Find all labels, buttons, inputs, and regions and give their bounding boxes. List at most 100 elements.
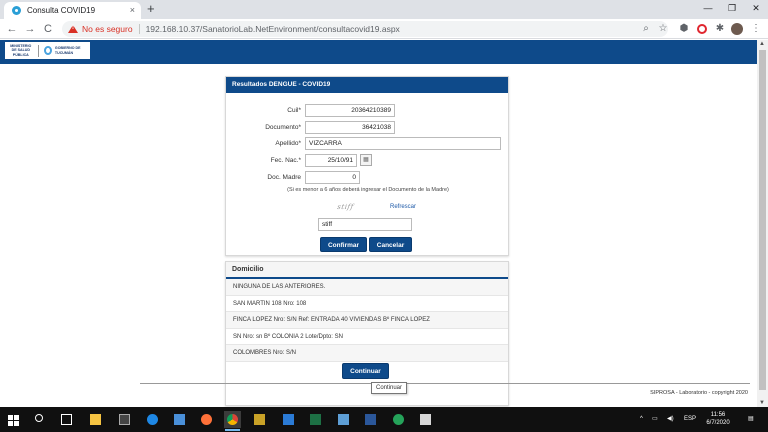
extensions-puzzle-icon[interactable]: ✱	[714, 23, 726, 35]
apellido-row: Apellido*	[226, 137, 510, 151]
calculator-icon	[119, 414, 130, 425]
extension-shield-icon[interactable]: ⬢	[678, 23, 690, 35]
word-icon	[365, 414, 376, 425]
network-icon[interactable]: ▭	[652, 407, 658, 432]
minimize-button[interactable]: —	[696, 0, 720, 19]
photos-taskbar-button[interactable]	[335, 411, 352, 428]
notifications-icon[interactable]: ▤	[748, 407, 754, 432]
confirmar-button[interactable]: Confirmar	[320, 237, 367, 252]
not-secure-label[interactable]: No es seguro	[82, 24, 133, 34]
volume-icon[interactable]: ◀)	[667, 407, 674, 432]
captcha-input[interactable]	[318, 218, 412, 231]
task-view-button[interactable]	[58, 411, 75, 428]
cuil-row: Cuil*	[226, 104, 510, 118]
edge-taskbar-button[interactable]	[144, 411, 161, 428]
forward-button[interactable]: →	[22, 21, 38, 37]
copyright-text: SIPROSA - Laboratorio - copyright 2020	[650, 390, 748, 396]
continuar-button[interactable]: Continuar	[342, 363, 389, 379]
search-icon	[35, 414, 43, 422]
cuil-label: Cuil*	[287, 107, 301, 114]
whatsapp-taskbar-button[interactable]	[390, 411, 407, 428]
browser-tab[interactable]: Consulta COVID19 ×	[4, 2, 141, 19]
fecnac-input[interactable]	[305, 154, 357, 167]
documento-input[interactable]	[305, 121, 395, 134]
active-indicator	[225, 429, 240, 431]
store-icon	[174, 414, 185, 425]
refrescar-link[interactable]: Refrescar	[390, 204, 416, 210]
clock-time: 11:56	[710, 412, 726, 418]
paint-taskbar-button[interactable]	[417, 411, 434, 428]
cancelar-button[interactable]: Cancelar	[369, 237, 412, 252]
taskbar: ^ ▭ ◀) ESP 11:56 6/7/2020 ▤	[0, 407, 768, 432]
back-button[interactable]: ←	[4, 21, 20, 37]
close-window-button[interactable]: ✕	[744, 0, 768, 19]
zoom-icon[interactable]: ⌕	[640, 23, 652, 35]
photos-icon	[338, 414, 349, 425]
folder-icon	[90, 414, 101, 425]
profile-avatar[interactable]	[731, 23, 743, 35]
calendar-icon[interactable]: ▦	[360, 154, 372, 166]
paint-icon	[420, 414, 431, 425]
calculator-taskbar-button[interactable]	[116, 411, 133, 428]
site-header: MINISTERIO DE SALUD PÚBLICA GOBIERNO DE …	[0, 40, 757, 64]
scroll-thumb[interactable]	[759, 50, 766, 390]
domicilio-item[interactable]: COLOMBRES Nro: S/N	[226, 345, 508, 362]
warning-icon[interactable]	[68, 25, 78, 33]
domicilio-item[interactable]: SN Nro: sn Bº COLONIA 2 Lote/Dpto: SN	[226, 329, 508, 346]
logo-gobierno: GOBIERNO DE TUCUMÁN	[54, 46, 81, 55]
apellido-input[interactable]	[305, 137, 501, 150]
firefox-icon	[201, 414, 212, 425]
web-page: MINISTERIO DE SALUD PÚBLICA GOBIERNO DE …	[0, 40, 757, 407]
logo: MINISTERIO DE SALUD PÚBLICA GOBIERNO DE …	[5, 42, 90, 59]
domicilio-item[interactable]: FINCA LOPEZ Nro: S/N Ref: ENTRADA 40 VIV…	[226, 312, 508, 329]
fecnac-label: Fec. Nac.*	[270, 157, 301, 164]
opera-icon[interactable]	[697, 24, 707, 34]
cuil-input[interactable]	[305, 104, 395, 117]
domicilio-item[interactable]: SAN MARTIN 108 Nro: 108	[226, 296, 508, 313]
app-taskbar-button[interactable]	[251, 411, 268, 428]
docmadre-input[interactable]	[305, 171, 360, 184]
logo-ministerio: MINISTERIO DE SALUD PÚBLICA	[10, 44, 32, 57]
menu-dots-icon[interactable]: ⋮	[750, 23, 762, 35]
browser-toolbar: ← → C No es seguro 192.168.10.37/Sanator…	[0, 19, 768, 39]
tab-title: Consulta COVID19	[27, 6, 96, 15]
tab-strip: Consulta COVID19 × + — ❐ ✕	[0, 0, 768, 19]
domicilio-item[interactable]: NINGUNA DE LAS ANTERIORES.	[226, 279, 508, 296]
domicilio-title: Domicilio	[226, 262, 508, 279]
language-indicator[interactable]: ESP	[684, 407, 696, 432]
remote-desktop-icon	[283, 414, 294, 425]
word-taskbar-button[interactable]	[362, 411, 379, 428]
bookmark-star-icon[interactable]: ☆	[657, 23, 669, 35]
remote-taskbar-button[interactable]	[280, 411, 297, 428]
windows-start-icon[interactable]	[8, 415, 19, 426]
reload-button[interactable]: C	[40, 21, 56, 37]
clock-date: 6/7/2020	[706, 420, 730, 426]
tray-chevron-icon[interactable]: ^	[640, 407, 643, 432]
explorer-taskbar-button[interactable]	[87, 411, 104, 428]
documento-label: Documento*	[265, 124, 301, 131]
store-taskbar-button[interactable]	[171, 411, 188, 428]
docmadre-label: Doc. Madre	[267, 174, 301, 181]
domicilio-panel: Domicilio NINGUNA DE LAS ANTERIORES. SAN…	[225, 261, 509, 406]
sun-icon	[44, 46, 52, 55]
favicon-icon	[12, 6, 21, 15]
scroll-down-icon[interactable]: ▼	[759, 400, 765, 406]
new-tab-button[interactable]: +	[147, 2, 155, 16]
menor-note: (Si es menor a 6 años deberá ingresar el…	[287, 187, 449, 193]
scroll-up-icon[interactable]: ▲	[759, 41, 765, 47]
maximize-button[interactable]: ❐	[720, 0, 744, 19]
docmadre-row: Doc. Madre	[226, 171, 510, 185]
apellido-label: Apellido*	[275, 140, 301, 147]
search-taskbar-button[interactable]	[32, 411, 49, 428]
excel-taskbar-button[interactable]	[307, 411, 324, 428]
footer-divider	[140, 383, 750, 384]
form-panel-title: Resultados DENGUE - COVID19	[226, 77, 508, 93]
chrome-taskbar-button[interactable]	[224, 411, 241, 431]
address-bar[interactable]: No es seguro 192.168.10.37/SanatorioLab.…	[62, 21, 668, 37]
clock[interactable]: 11:56 6/7/2020	[700, 411, 736, 427]
page-scrollbar[interactable]: ▲ ▼	[757, 40, 768, 407]
close-tab-icon[interactable]: ×	[130, 5, 135, 15]
firefox-taskbar-button[interactable]	[198, 411, 215, 428]
task-view-icon	[61, 414, 72, 425]
url-text[interactable]: 192.168.10.37/SanatorioLab.NetEnvironmen…	[146, 24, 400, 34]
